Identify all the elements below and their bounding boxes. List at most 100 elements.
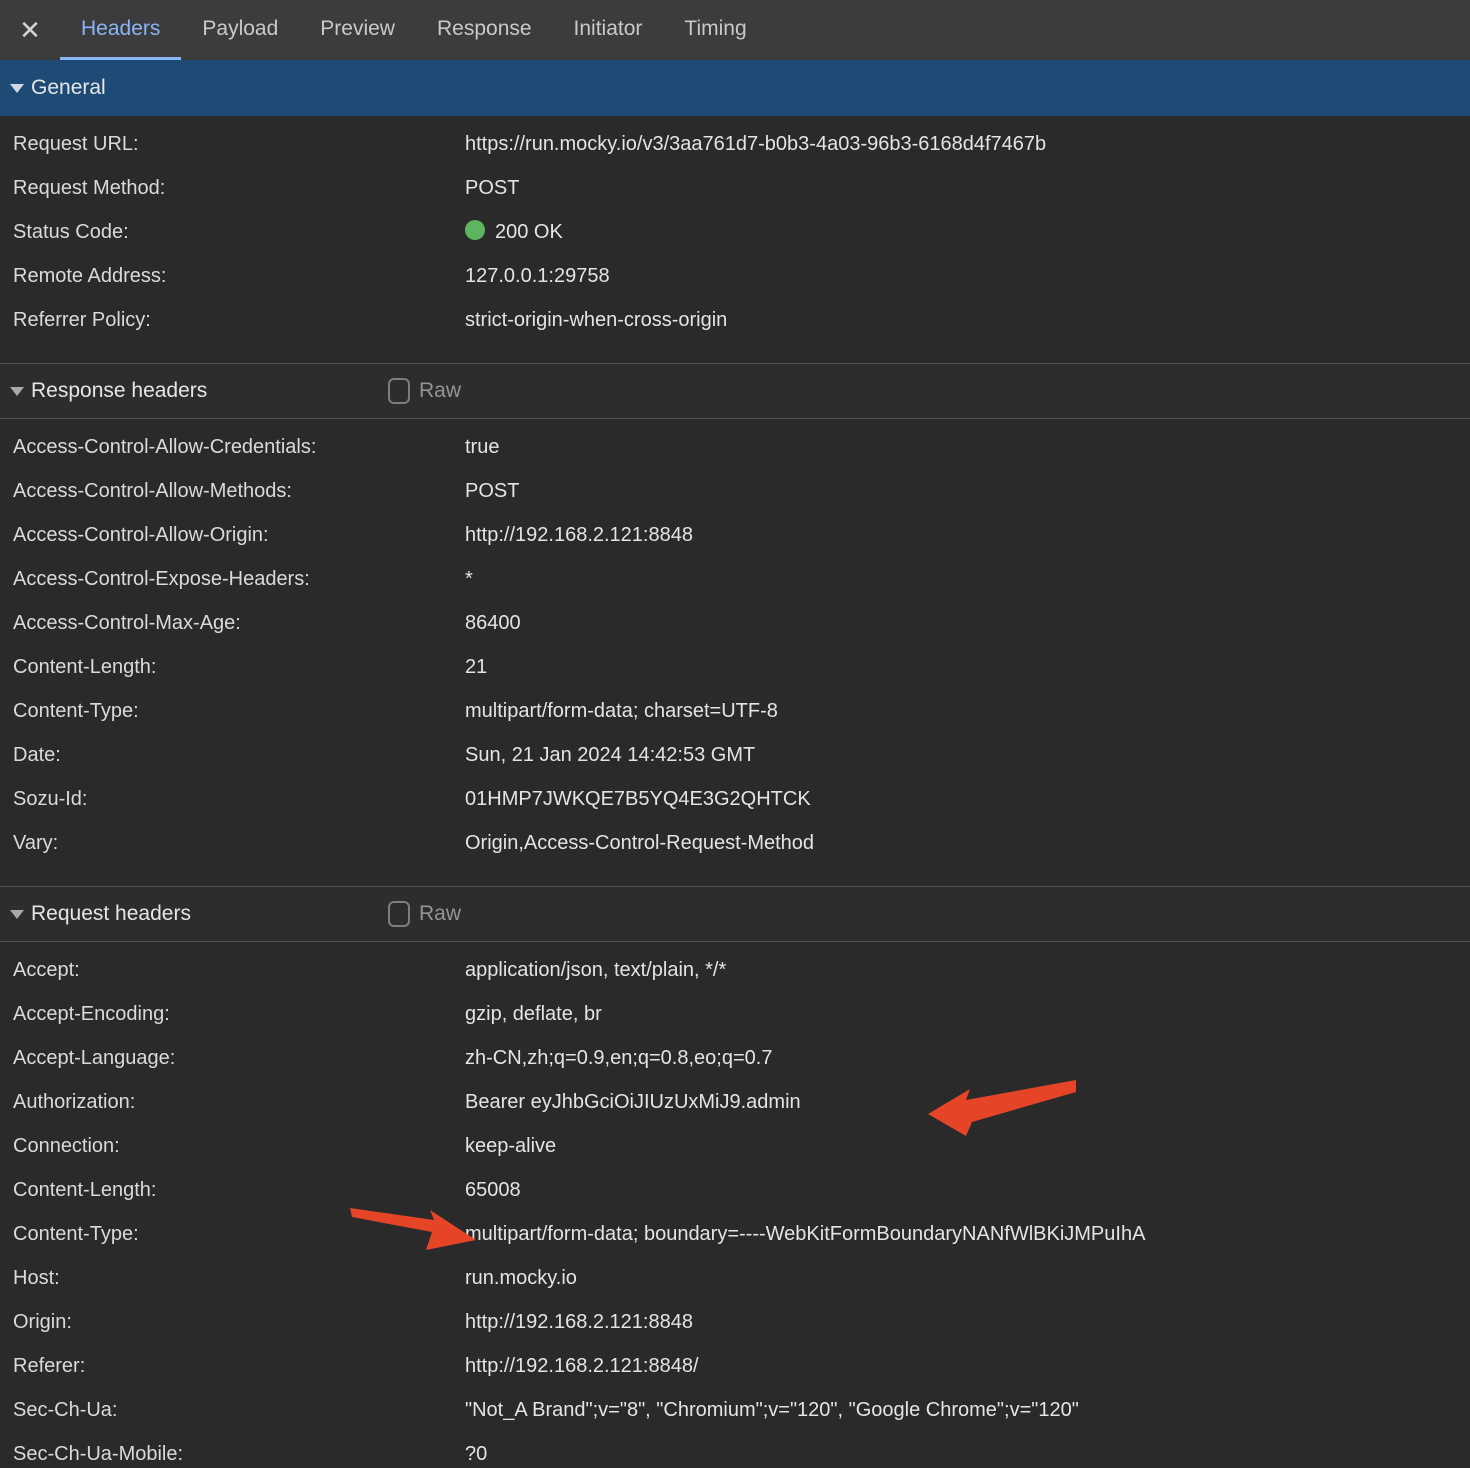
header-row: Date:Sun, 21 Jan 2024 14:42:53 GMT [0, 733, 1470, 777]
header-name: Referrer Policy: [0, 298, 465, 342]
header-row: Content-Length:65008 [0, 1168, 1470, 1212]
header-row: Content-Type:multipart/form-data; bounda… [0, 1212, 1470, 1256]
header-row: Host:run.mocky.io [0, 1256, 1470, 1300]
tab-timing[interactable]: Timing [663, 0, 767, 60]
header-value: 21 [465, 645, 1470, 689]
header-row: Connection:keep-alive [0, 1124, 1470, 1168]
header-value: application/json, text/plain, */* [465, 948, 1470, 992]
header-value: https://run.mocky.io/v3/3aa761d7-b0b3-4a… [465, 122, 1470, 166]
tab-list: HeadersPayloadPreviewResponseInitiatorTi… [60, 0, 768, 60]
header-rows: Request URL:https://run.mocky.io/v3/3aa7… [0, 116, 1470, 363]
status-ok-dot-icon [465, 220, 485, 240]
header-name: Accept-Language: [0, 1036, 465, 1080]
header-row: Request URL:https://run.mocky.io/v3/3aa7… [0, 122, 1470, 166]
header-name: Access-Control-Allow-Credentials: [0, 425, 465, 469]
header-name: Accept: [0, 948, 465, 992]
header-value: ?0 [465, 1432, 1470, 1468]
header-value: * [465, 557, 1470, 601]
header-value: true [465, 425, 1470, 469]
header-name: Host: [0, 1256, 465, 1300]
header-name: Request URL: [0, 122, 465, 166]
header-row: Accept:application/json, text/plain, */* [0, 948, 1470, 992]
header-name: Authorization: [0, 1080, 465, 1124]
header-name: Referer: [0, 1344, 465, 1388]
header-name: Origin: [0, 1300, 465, 1344]
header-row: Content-Type:multipart/form-data; charse… [0, 689, 1470, 733]
tab-payload[interactable]: Payload [181, 0, 299, 60]
raw-checkbox-label[interactable]: Raw [419, 902, 461, 926]
header-row: Origin:http://192.168.2.121:8848 [0, 1300, 1470, 1344]
header-name: Sec-Ch-Ua-Mobile: [0, 1432, 465, 1468]
disclosure-triangle-icon[interactable] [10, 84, 24, 93]
close-icon[interactable]: ✕ [0, 0, 60, 60]
header-name: Content-Type: [0, 1212, 465, 1256]
header-name: Content-Length: [0, 645, 465, 689]
header-row: Sozu-Id:01HMP7JWKQE7B5YQ4E3G2QHTCK [0, 777, 1470, 821]
raw-checkbox[interactable] [388, 901, 410, 927]
devtools-network-detail-panel: ✕ HeadersPayloadPreviewResponseInitiator… [0, 0, 1470, 1468]
header-value: Origin,Access-Control-Request-Method [465, 821, 1470, 865]
header-value: 01HMP7JWKQE7B5YQ4E3G2QHTCK [465, 777, 1470, 821]
header-row: Sec-Ch-Ua-Mobile:?0 [0, 1432, 1470, 1468]
header-value: keep-alive [465, 1124, 1470, 1168]
header-row: Accept-Language:zh-CN,zh;q=0.9,en;q=0.8,… [0, 1036, 1470, 1080]
header-name: Access-Control-Allow-Origin: [0, 513, 465, 557]
header-name: Sec-Ch-Ua: [0, 1388, 465, 1432]
raw-checkbox[interactable] [388, 378, 410, 404]
header-row: Accept-Encoding:gzip, deflate, br [0, 992, 1470, 1036]
raw-toggle[interactable]: Raw [388, 378, 461, 404]
header-row: Status Code:200 OK [0, 210, 1470, 254]
header-name: Remote Address: [0, 254, 465, 298]
header-value: multipart/form-data; boundary=----WebKit… [465, 1212, 1470, 1256]
tab-headers[interactable]: Headers [60, 0, 181, 60]
header-value: strict-origin-when-cross-origin [465, 298, 1470, 342]
header-row: Referrer Policy:strict-origin-when-cross… [0, 298, 1470, 342]
disclosure-triangle-icon[interactable] [10, 910, 24, 919]
section-title[interactable]: Response headers [31, 379, 207, 403]
raw-toggle[interactable]: Raw [388, 901, 461, 927]
header-value: run.mocky.io [465, 1256, 1470, 1300]
section-title[interactable]: General [31, 76, 106, 100]
header-name: Sozu-Id: [0, 777, 465, 821]
disclosure-triangle-icon[interactable] [10, 387, 24, 396]
header-value: 65008 [465, 1168, 1470, 1212]
header-value: zh-CN,zh;q=0.9,en;q=0.8,eo;q=0.7 [465, 1036, 1470, 1080]
header-name: Access-Control-Allow-Methods: [0, 469, 465, 513]
header-row: Content-Length:21 [0, 645, 1470, 689]
header-rows: Accept:application/json, text/plain, */*… [0, 942, 1470, 1468]
header-row: Access-Control-Max-Age:86400 [0, 601, 1470, 645]
tab-preview[interactable]: Preview [299, 0, 416, 60]
section-header-request-headers: Request headers Raw [0, 886, 1470, 942]
header-value: http://192.168.2.121:8848 [465, 1300, 1470, 1344]
section-title[interactable]: Request headers [31, 902, 191, 926]
tab-response[interactable]: Response [416, 0, 553, 60]
header-value: gzip, deflate, br [465, 992, 1470, 1036]
header-row: Access-Control-Allow-Methods:POST [0, 469, 1470, 513]
header-value: http://192.168.2.121:8848/ [465, 1344, 1470, 1388]
header-rows: Access-Control-Allow-Credentials:trueAcc… [0, 419, 1470, 886]
header-row: Vary:Origin,Access-Control-Request-Metho… [0, 821, 1470, 865]
raw-checkbox-label[interactable]: Raw [419, 379, 461, 403]
header-value: POST [465, 469, 1470, 513]
header-row: Request Method:POST [0, 166, 1470, 210]
header-value: "Not_A Brand";v="8", "Chromium";v="120",… [465, 1388, 1470, 1432]
header-value: multipart/form-data; charset=UTF-8 [465, 689, 1470, 733]
header-row: Access-Control-Allow-Credentials:true [0, 425, 1470, 469]
header-row: Remote Address:127.0.0.1:29758 [0, 254, 1470, 298]
header-value: POST [465, 166, 1470, 210]
header-value: 86400 [465, 601, 1470, 645]
header-name: Access-Control-Expose-Headers: [0, 557, 465, 601]
header-row: Referer:http://192.168.2.121:8848/ [0, 1344, 1470, 1388]
tab-bar: ✕ HeadersPayloadPreviewResponseInitiator… [0, 0, 1470, 60]
header-row: Access-Control-Expose-Headers:* [0, 557, 1470, 601]
header-name: Request Method: [0, 166, 465, 210]
headers-sections: General Request URL:https://run.mocky.io/… [0, 60, 1470, 1468]
header-value: 127.0.0.1:29758 [465, 254, 1470, 298]
header-name: Content-Length: [0, 1168, 465, 1212]
header-value: Sun, 21 Jan 2024 14:42:53 GMT [465, 733, 1470, 777]
header-name: Access-Control-Max-Age: [0, 601, 465, 645]
tab-initiator[interactable]: Initiator [553, 0, 664, 60]
header-name: Status Code: [0, 210, 465, 254]
header-row: Sec-Ch-Ua:"Not_A Brand";v="8", "Chromium… [0, 1388, 1470, 1432]
header-name: Content-Type: [0, 689, 465, 733]
